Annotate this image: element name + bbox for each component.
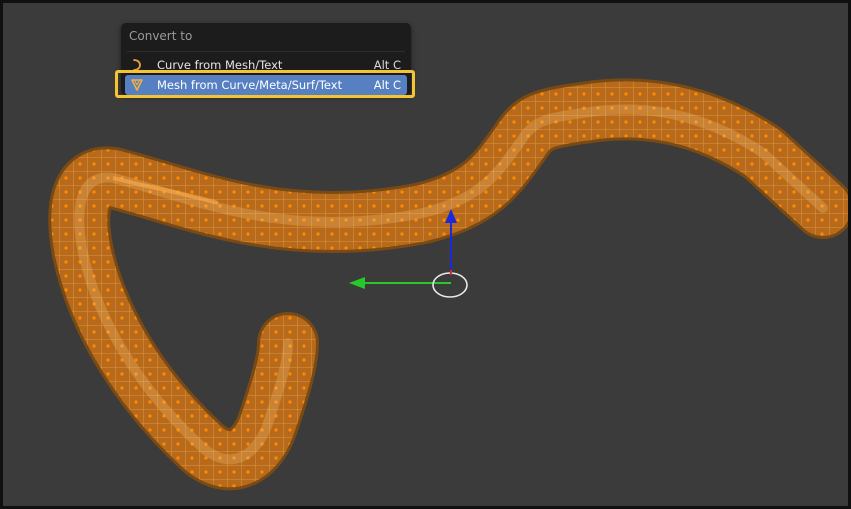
menu-divider [127,51,405,52]
gizmo-x-arrow-icon[interactable] [349,277,365,289]
curve-mesh-tube[interactable] [48,78,848,491]
gizmo-center-circle[interactable] [432,272,468,298]
selection-highlight-frame [115,70,415,98]
3d-viewport[interactable]: Convert to Curve from Mesh/Text Alt C Me… [0,0,851,509]
menu-title: Convert to [129,29,193,43]
